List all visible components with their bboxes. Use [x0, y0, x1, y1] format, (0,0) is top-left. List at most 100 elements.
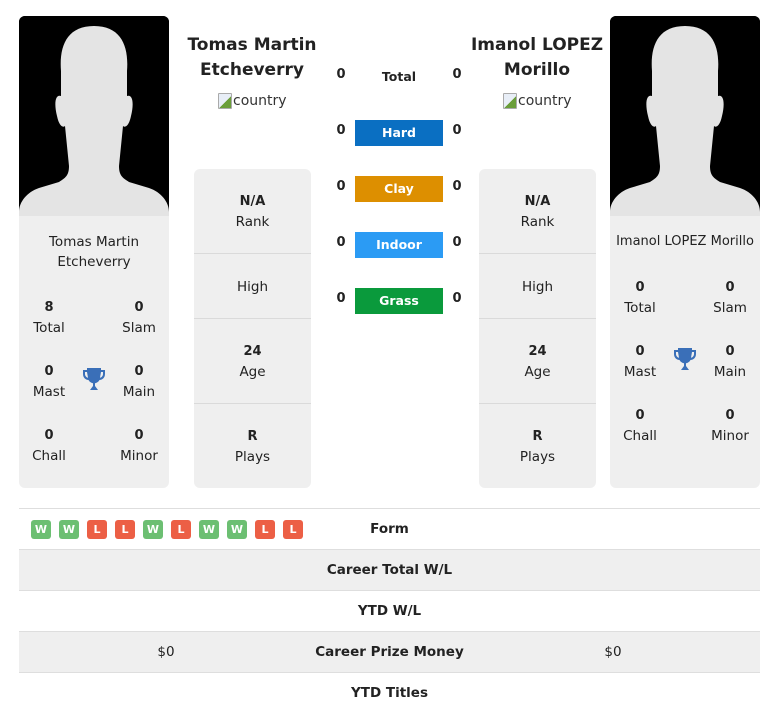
high-label: High [521, 279, 554, 295]
player1-info-panel: N/A Rank High 24 Age R Plays [194, 169, 311, 488]
h2h-total-p1: 0 [336, 67, 346, 82]
player2-card-name: Imanol LOPEZ Morillo [610, 232, 760, 252]
h2h-clay-p2: 0 [452, 179, 462, 194]
player2-name-heading[interactable]: Imanol LOPEZ Morillo [466, 33, 608, 83]
titles-mast-value: 0 [635, 344, 645, 359]
stats-row-career-prize-money: $0 Career Prize Money $0 [19, 632, 760, 673]
h2h-clay-p1: 0 [336, 179, 346, 194]
h2h-total-p2: 0 [452, 67, 462, 82]
age-value: 24 [243, 344, 262, 359]
player1-card: Tomas Martin Etcheverry 8 Total 0 Slam 0… [19, 16, 169, 488]
plays-value: R [532, 429, 543, 444]
player2-plays: R Plays [479, 427, 596, 467]
player1-name-heading[interactable]: Tomas Martin Etcheverry [182, 33, 322, 83]
player1-titles-mast: 0 Mast [19, 362, 79, 402]
player2-country-flag: country [503, 93, 572, 109]
divider [194, 403, 311, 404]
titles-slam-value: 0 [134, 300, 144, 315]
form-badge-loss: L [283, 520, 303, 539]
titles-chall-label: Chall [32, 448, 66, 464]
titles-main-label: Main [713, 364, 747, 380]
player2-heading-line2: Morillo [503, 60, 571, 80]
high-label: High [236, 279, 269, 295]
player2-titles-slam: 0 Slam [700, 278, 760, 318]
h2h-indoor-p2: 0 [452, 235, 462, 250]
titles-total-value: 8 [44, 300, 54, 315]
player2-country-alt: country [518, 93, 572, 109]
plays-value: R [247, 429, 258, 444]
titles-slam-value: 0 [725, 280, 735, 295]
player-silhouette-icon [610, 16, 760, 216]
player2-high: High [479, 277, 596, 297]
rank-label: Rank [520, 214, 555, 230]
stats-row-career-total-wl: Career Total W/L [19, 550, 760, 591]
broken-image-icon [218, 93, 232, 109]
titles-main-value: 0 [725, 344, 735, 359]
player2-photo [610, 16, 760, 216]
titles-slam-label: Slam [122, 320, 156, 336]
titles-minor-label: Minor [711, 428, 749, 444]
divider [479, 403, 596, 404]
rank-value: N/A [524, 194, 551, 209]
player1-heading-line2: Etcheverry [200, 60, 304, 80]
divider [194, 253, 311, 254]
h2h-hard-p1: 0 [336, 123, 346, 138]
titles-main-label: Main [122, 384, 156, 400]
titles-total-label: Total [33, 320, 65, 336]
player2-card-name-line1: Imanol LOPEZ Morillo [616, 234, 754, 249]
form-badges: WWLLWLWWLL [31, 520, 303, 539]
trophy-icon [82, 367, 106, 393]
player2-age: 24 Age [479, 342, 596, 382]
titles-slam-label: Slam [713, 300, 747, 316]
row-label: YTD Titles [351, 685, 428, 701]
player1-titles-main: 0 Main [109, 362, 169, 402]
player2-card: Imanol LOPEZ Morillo 0 Total 0 Slam 0 Ma… [610, 16, 760, 488]
titles-minor-value: 0 [134, 428, 144, 443]
plays-label: Plays [234, 449, 271, 465]
titles-main-value: 0 [134, 364, 144, 379]
h2h-hard-p2: 0 [452, 123, 462, 138]
player-silhouette-icon [19, 16, 169, 216]
divider [479, 253, 596, 254]
player2-titles-total: 0 Total [610, 278, 670, 318]
h2h-grass-p1: 0 [336, 291, 346, 306]
rank-value: N/A [239, 194, 266, 209]
form-badge-win: W [59, 520, 79, 539]
stats-row-ytd-titles: YTD Titles [19, 673, 760, 714]
titles-minor-value: 0 [725, 408, 735, 423]
player1-country-alt: country [233, 93, 287, 109]
player1-titles-chall: 0 Chall [19, 426, 79, 466]
player1-card-name-line1: Tomas Martin [48, 234, 140, 250]
age-label: Age [239, 364, 266, 380]
player1-titles-slam: 0 Slam [109, 298, 169, 338]
titles-chall-label: Chall [623, 428, 657, 444]
player2-titles-minor: 0 Minor [700, 406, 760, 446]
player2-heading-line1: Imanol LOPEZ [470, 35, 604, 55]
age-label: Age [524, 364, 551, 380]
surface-indoor-badge: Indoor [355, 232, 443, 258]
player1-age: 24 Age [194, 342, 311, 382]
form-badge-win: W [227, 520, 247, 539]
divider [194, 318, 311, 319]
player1-high: High [194, 277, 311, 297]
form-badge-loss: L [87, 520, 107, 539]
titles-mast-label: Mast [32, 384, 66, 400]
titles-total-value: 0 [635, 280, 645, 295]
player2-titles-main: 0 Main [700, 342, 760, 382]
player2-titles-mast: 0 Mast [610, 342, 670, 382]
player2-info-panel: N/A Rank High 24 Age R Plays [479, 169, 596, 488]
player1-card-name: Tomas Martin Etcheverry [19, 232, 169, 272]
player1-photo [19, 16, 169, 216]
surface-grass-badge: Grass [355, 288, 443, 314]
rank-label: Rank [235, 214, 270, 230]
trophy-icon [673, 347, 697, 373]
form-badge-loss: L [115, 520, 135, 539]
player1-rank: N/A Rank [194, 192, 311, 232]
player2-rank: N/A Rank [479, 192, 596, 232]
player1-heading-line1: Tomas Martin [187, 35, 317, 55]
form-badge-win: W [199, 520, 219, 539]
player1-titles-total: 8 Total [19, 298, 79, 338]
form-badge-win: W [143, 520, 163, 539]
divider [479, 318, 596, 319]
row-label: Career Total W/L [326, 562, 453, 578]
